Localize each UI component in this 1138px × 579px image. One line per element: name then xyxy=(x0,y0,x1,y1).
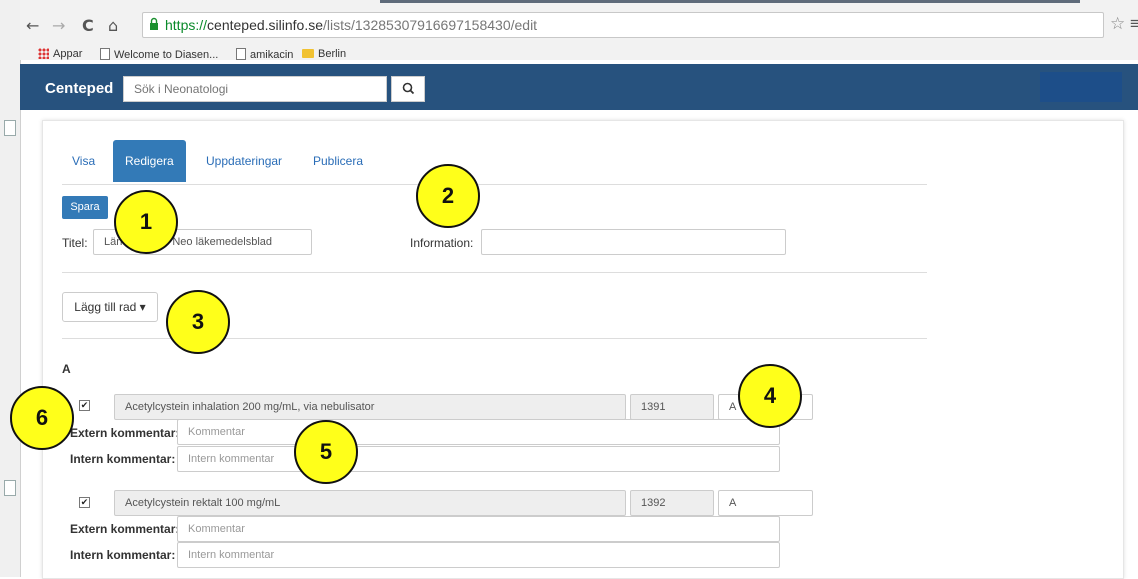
intern-comment-input[interactable]: Intern kommentar xyxy=(177,446,780,472)
forward-button[interactable]: → xyxy=(52,16,65,35)
browser-menu-icon[interactable]: ≡ xyxy=(1130,14,1138,34)
extern-comment-input[interactable]: Kommentar xyxy=(177,419,780,445)
callout-badge-1: 1 xyxy=(114,190,178,254)
reload-button[interactable]: C xyxy=(82,16,94,35)
address-bar[interactable]: https://centeped.silinfo.se/lists/132853… xyxy=(142,12,1104,38)
callout-badge-4: 4 xyxy=(738,364,802,428)
intern-comment-label: Intern kommentar: xyxy=(70,548,176,562)
callout-badge-6: 6 xyxy=(10,386,74,450)
callout-badge-3: 3 xyxy=(166,290,230,354)
page-icon xyxy=(236,48,246,60)
window-top-line xyxy=(380,0,1080,3)
user-menu[interactable] xyxy=(1040,72,1122,102)
save-button[interactable]: Spara xyxy=(62,196,108,219)
bookmark-berlin[interactable]: Berlin xyxy=(302,48,346,60)
row-checkbox[interactable]: ✔ xyxy=(79,400,90,411)
drug-number-field: 1392 xyxy=(630,490,714,516)
folder-icon xyxy=(302,49,314,58)
title-label: Titel: xyxy=(62,236,88,250)
section-heading: A xyxy=(62,362,71,376)
callout-badge-2: 2 xyxy=(416,164,480,228)
extern-comment-label: Extern kommentar: xyxy=(70,522,180,536)
drug-number-field: 1391 xyxy=(630,394,714,420)
tab-redigera[interactable]: Redigera xyxy=(113,140,186,182)
intern-comment-label: Intern kommentar: xyxy=(70,452,176,466)
divider xyxy=(62,184,927,185)
intern-comment-input[interactable]: Intern kommentar xyxy=(177,542,780,568)
home-button[interactable]: ⌂ xyxy=(108,16,118,35)
tab-visa[interactable]: Visa xyxy=(72,140,95,182)
callout-badge-5: 5 xyxy=(294,420,358,484)
url-text: https://centeped.silinfo.se/lists/132853… xyxy=(165,17,538,33)
bookmark-amikacin[interactable]: amikacin xyxy=(236,48,293,61)
divider xyxy=(62,272,927,273)
bookmark-star-icon[interactable]: ☆ xyxy=(1110,14,1125,34)
search-icon xyxy=(402,82,415,95)
add-row-dropdown[interactable]: Lägg till rad ▾ xyxy=(62,292,158,322)
drug-name-field: Acetylcystein rektalt 100 mg/mL xyxy=(114,490,626,516)
edge-icon xyxy=(4,120,16,136)
lock-icon xyxy=(150,17,158,30)
brand-logo[interactable]: Centeped xyxy=(45,80,113,97)
back-button[interactable]: ← xyxy=(26,16,39,35)
row-checkbox[interactable]: ✔ xyxy=(79,497,90,508)
tab-publicera[interactable]: Publicera xyxy=(313,140,363,182)
apps-grid-icon xyxy=(38,48,49,59)
extern-comment-label: Extern kommentar: xyxy=(70,426,180,440)
bookmark-diasen[interactable]: Welcome to Diasen... xyxy=(100,48,218,61)
search-button[interactable] xyxy=(391,76,425,102)
information-label: Information: xyxy=(410,236,474,250)
page-icon xyxy=(100,48,110,60)
information-input[interactable] xyxy=(481,229,786,255)
bookmark-apps[interactable]: Appar xyxy=(38,48,82,60)
left-window-edge xyxy=(0,0,21,577)
edge-icon xyxy=(4,480,16,496)
bookmarks-bar: Appar Welcome to Diasen... amikacin Berl… xyxy=(20,42,1138,64)
app-navbar: Centeped xyxy=(20,64,1138,110)
search-input[interactable] xyxy=(123,76,387,102)
extern-comment-input[interactable]: Kommentar xyxy=(177,516,780,542)
drug-code-input[interactable]: A xyxy=(718,490,813,516)
tab-uppdateringar[interactable]: Uppdateringar xyxy=(206,140,282,182)
drug-name-field: Acetylcystein inhalation 200 mg/mL, via … xyxy=(114,394,626,420)
